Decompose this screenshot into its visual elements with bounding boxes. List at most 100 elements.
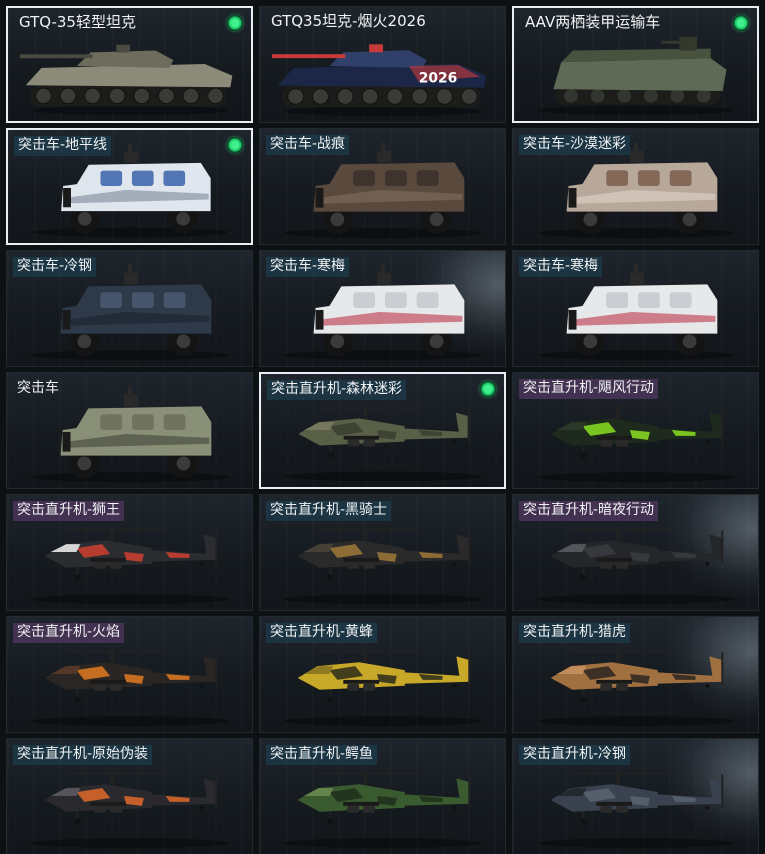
main-rotor [572, 650, 672, 653]
rocket-pod [363, 561, 376, 569]
wheel-hub [682, 212, 697, 227]
skin-name-label: 突击车-战痕 [266, 135, 350, 155]
rotor-mast [110, 528, 115, 541]
tail-wheel [199, 561, 204, 566]
helicopter-icon [298, 406, 470, 459]
tail-rotor [721, 652, 724, 686]
grill [62, 431, 71, 452]
tail-rotor [468, 652, 471, 686]
ground-shadow [283, 350, 483, 361]
tail-rotor [721, 408, 724, 442]
stub-wing [343, 557, 380, 562]
skin-name-label: 突击车-冷钢 [13, 257, 97, 277]
ground-shadow [536, 350, 736, 361]
wheel-hub [583, 212, 598, 227]
skin-card[interactable]: GTQ-35轻型坦克 [6, 6, 253, 123]
skin-name-label: 突击直升机-暗夜行动 [519, 501, 659, 521]
skin-card[interactable]: 突击车-寒梅 [259, 250, 506, 367]
tail-wheel [452, 805, 457, 810]
decal-text: 2026 [419, 71, 458, 87]
vehicle-body [566, 162, 718, 212]
skin-card[interactable]: 突击直升机-黄蜂 [259, 616, 506, 733]
skin-name-label: 突击直升机-黑骑士 [266, 501, 392, 521]
skin-card[interactable]: 突击车 [6, 372, 253, 489]
grill [62, 309, 71, 330]
antenna [634, 264, 638, 273]
road-wheel [35, 87, 52, 105]
landing-gear [76, 689, 79, 698]
assault-vehicle-icon [60, 386, 212, 479]
cockpit [303, 666, 334, 675]
ground-shadow [30, 838, 230, 849]
stub-wing [343, 801, 380, 806]
skin-name-label: 突击车-寒梅 [266, 257, 350, 277]
skin-card[interactable]: 突击直升机-黑骑士 [259, 494, 506, 611]
skin-card[interactable]: 突击直升机-暗夜行动 [512, 494, 759, 611]
skin-card[interactable]: 突击直升机-鳄鱼 [259, 738, 506, 854]
weapon-station [630, 272, 644, 285]
ground-shadow [536, 228, 736, 239]
tail-rotor [721, 530, 724, 564]
skin-card[interactable]: 2026 GTQ35坦克-烟火2026 [259, 6, 506, 123]
gun-barrel [271, 54, 346, 59]
skin-card[interactable]: 突击车-寒梅 [512, 250, 759, 367]
ground-shadow [30, 594, 230, 605]
weapon-station [124, 272, 138, 285]
window [163, 292, 186, 309]
main-rotor [66, 650, 166, 653]
wheel-hub [682, 334, 697, 349]
ground-shadow [31, 105, 229, 116]
rocket-pod [600, 683, 613, 691]
skin-name-label: 突击车-沙漠迷彩 [519, 135, 631, 155]
road-wheel [460, 88, 478, 105]
skin-card[interactable]: 突击直升机-森林迷彩 [259, 372, 506, 489]
helicopter-icon [297, 528, 471, 581]
landing-gear [582, 811, 585, 820]
wheel-hub [429, 334, 444, 349]
tail-rotor [215, 530, 218, 564]
tail-rotor [468, 774, 471, 808]
skin-card[interactable]: AAV两栖装甲运输车 [512, 6, 759, 123]
window [100, 414, 123, 431]
assault-vehicle-icon [566, 142, 718, 235]
skin-name-label: 突击直升机-猎虎 [519, 623, 631, 643]
weapon-station [679, 36, 697, 51]
weapon-station [124, 394, 138, 407]
window [131, 414, 154, 431]
main-rotor [319, 650, 419, 653]
skin-card[interactable]: 突击车-冷钢 [6, 250, 253, 367]
tail-wheel [452, 683, 457, 688]
wheel-hub [77, 456, 92, 471]
wheel-hub [176, 212, 191, 226]
ground-shadow [536, 838, 736, 849]
skin-card[interactable]: 突击直升机-狮王 [6, 494, 253, 611]
skin-card[interactable]: 突击车-沙漠迷彩 [512, 128, 759, 245]
tail-wheel [199, 683, 204, 688]
assault-vehicle-icon [566, 264, 718, 357]
skin-card[interactable]: 突击直升机-火焰 [6, 616, 253, 733]
skin-card[interactable]: 突击直升机-飓风行动 [512, 372, 759, 489]
skin-name-label: GTQ35坦克-烟火2026 [271, 12, 426, 30]
road-wheel [617, 89, 632, 103]
road-wheel [207, 87, 224, 105]
skin-card[interactable]: 突击车-战痕 [259, 128, 506, 245]
rocket-pod [347, 561, 360, 569]
weapon-station [377, 150, 391, 163]
rocket-pod [616, 683, 629, 691]
equipped-status-icon [480, 381, 496, 397]
tail-wheel [705, 805, 710, 810]
skin-card[interactable]: 突击直升机-冷钢 [512, 738, 759, 854]
rocket-pod [347, 683, 360, 691]
skin-card[interactable]: 突击直升机-猎虎 [512, 616, 759, 733]
window [416, 292, 439, 309]
road-wheel [336, 88, 354, 105]
window [637, 292, 660, 309]
cockpit [556, 666, 587, 675]
cockpit [556, 788, 587, 797]
skin-card[interactable]: 突击直升机-原始伪装 [6, 738, 253, 854]
grill [63, 187, 71, 208]
rocket-pod [616, 561, 629, 569]
skin-card[interactable]: 突击车-地平线 [6, 128, 253, 245]
rocket-pod [363, 439, 376, 447]
tail-wheel [451, 439, 456, 444]
